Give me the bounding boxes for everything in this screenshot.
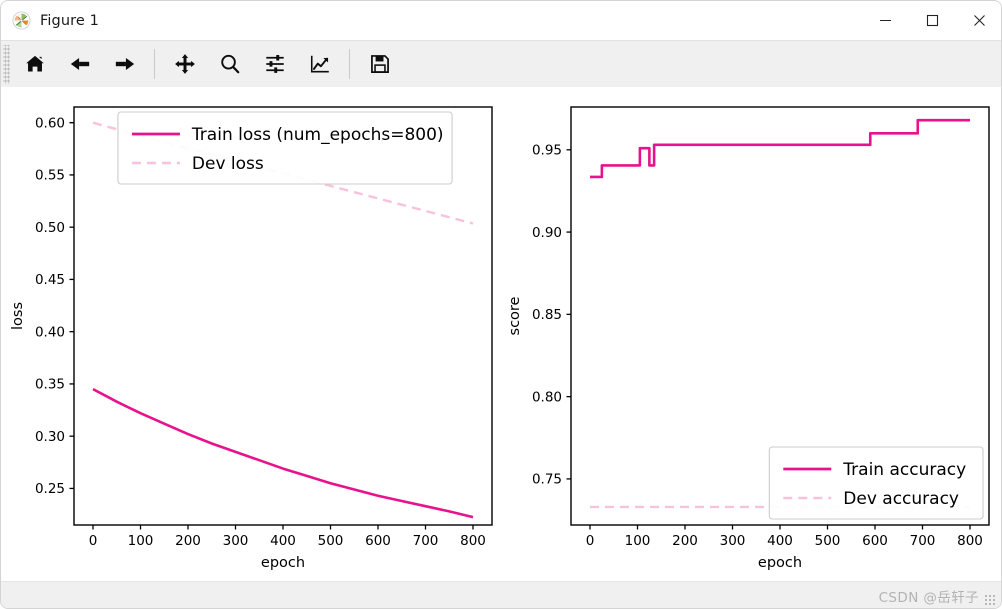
loss-chart-xticklabel: 100	[128, 533, 154, 549]
loss-chart-xticklabel: 0	[89, 533, 98, 549]
csdn-watermark: CSDN @岳轩子	[878, 590, 979, 606]
back-arrow-icon	[70, 57, 89, 71]
close-button[interactable]	[956, 1, 1001, 40]
loss-chart-legend: Train loss (num_epochs=800) Dev loss	[117, 111, 453, 185]
maximize-button[interactable]	[909, 1, 956, 40]
loss-chart-xticklabel: 200	[175, 533, 201, 549]
loss-chart-xlabel: epoch	[261, 555, 305, 571]
home-button[interactable]	[12, 42, 57, 87]
home-icon	[25, 55, 44, 72]
toolbar-drag-handle[interactable]	[3, 44, 10, 84]
toolbar-separator-1	[154, 49, 155, 79]
loss-chart-legend-label-0: Train loss (num_epochs=800)	[191, 125, 444, 145]
maximize-icon	[926, 14, 939, 27]
score-chart-xticklabel: 100	[625, 533, 651, 549]
figure-window: Figure 1 0 100 200 300 400 500 600 700 8…	[0, 0, 1002, 609]
loss-chart-xticklabel: 500	[318, 533, 344, 549]
forward-button[interactable]	[102, 42, 147, 87]
loss-chart-legend-label-1: Dev loss	[192, 154, 264, 174]
loss-chart-yticklabel: 0.35	[35, 377, 65, 393]
loss-chart-yticklabel: 0.30	[35, 429, 65, 445]
loss-chart-yticklabel: 0.55	[35, 168, 65, 184]
loss-chart-xticklabel: 400	[270, 533, 296, 549]
loss-chart-yticklabel: 0.25	[35, 481, 65, 497]
minimize-icon	[880, 19, 891, 22]
loss-chart-yticklabel: 0.40	[35, 324, 65, 340]
loss-chart-series-train-loss-num-epochs-	[92, 388, 474, 519]
score-chart-yticklabel: 0.80	[532, 389, 562, 405]
matplotlib-figure: 0 100 200 300 400 500 600 700 800 0.25 0.30 0.35 0.4…	[10, 106, 990, 571]
edit-parameters-button[interactable]	[297, 42, 342, 87]
toolbar-separator-2	[349, 49, 350, 79]
title-bar: Figure 1	[1, 1, 1001, 40]
score-chart-yticklabel: 0.95	[532, 143, 562, 159]
edit-axis-curve-icon	[310, 55, 329, 73]
score-chart-ylabel: score	[507, 296, 523, 335]
configure-subplots-icon	[265, 55, 284, 73]
score-chart-yticklabel: 0.90	[532, 225, 562, 241]
forward-arrow-icon	[115, 57, 134, 71]
loss-chart-xticklabel: 600	[365, 533, 391, 549]
loss-chart-xticklabel: 800	[460, 533, 486, 549]
score-chart-xticklabel: 700	[910, 533, 936, 549]
loss-chart-yticklabel: 0.60	[35, 115, 65, 131]
figure-canvas[interactable]: 0 100 200 300 400 500 600 700 800 0.25 0.30 0.35 0.4…	[1, 87, 1001, 581]
score-chart-legend-label-1: Dev accuracy	[843, 489, 959, 509]
back-button[interactable]	[57, 42, 102, 87]
save-floppy-icon	[370, 55, 389, 73]
loss-chart-legend-box	[117, 111, 453, 185]
minimize-button[interactable]	[862, 1, 909, 40]
score-chart-series-train-accuracy	[590, 118, 970, 179]
score-chart-xticklabel: 800	[957, 533, 983, 549]
pan-button[interactable]	[162, 42, 207, 87]
score-chart-xticklabel: 300	[720, 533, 746, 549]
close-icon	[974, 15, 985, 26]
score-chart-xticklabel: 600	[862, 533, 888, 549]
loss-chart-xticklabel: 300	[223, 533, 249, 549]
title-bar-left: Figure 1	[1, 11, 862, 30]
matplotlib-logo-icon	[12, 11, 31, 30]
score-chart-yticklabel: 0.85	[532, 307, 562, 323]
navigation-toolbar	[1, 40, 1001, 87]
score-chart-xticklabel: 500	[815, 533, 841, 549]
score-chart-legend: Train accuracy Dev accuracy	[768, 446, 984, 520]
zoom-button[interactable]	[207, 42, 252, 87]
loss-chart-yticklabel: 0.45	[35, 272, 65, 288]
window-title: Figure 1	[40, 12, 99, 29]
score-chart-xticklabel: 200	[672, 533, 698, 549]
save-button[interactable]	[357, 42, 402, 87]
score-chart-xlabel: epoch	[758, 555, 802, 571]
loss-chart: 0 100 200 300 400 500 600 700 800 0.25 0.30 0.35 0.4…	[10, 106, 493, 571]
status-bar: CSDN @岳轩子	[1, 581, 1001, 608]
score-chart-xticklabel: 400	[767, 533, 793, 549]
loss-chart-ylabel: loss	[10, 302, 26, 330]
loss-chart-xticklabel: 700	[413, 533, 439, 549]
score-chart-legend-label-0: Train accuracy	[842, 460, 966, 480]
pan-move-icon	[174, 54, 195, 74]
score-chart-yticklabel: 0.75	[532, 472, 562, 488]
window-controls	[862, 1, 1001, 40]
loss-chart-yticklabel: 0.50	[35, 220, 65, 236]
score-chart: 0 100 200 300 400 500 600 700 800 0.75 0.80 0.85 0.9…	[507, 106, 990, 571]
configure-subplots-button[interactable]	[252, 42, 297, 87]
zoom-magnifier-icon	[220, 54, 239, 74]
score-chart-xticklabel: 0	[586, 533, 595, 549]
resize-grip-icon[interactable]	[984, 594, 995, 605]
